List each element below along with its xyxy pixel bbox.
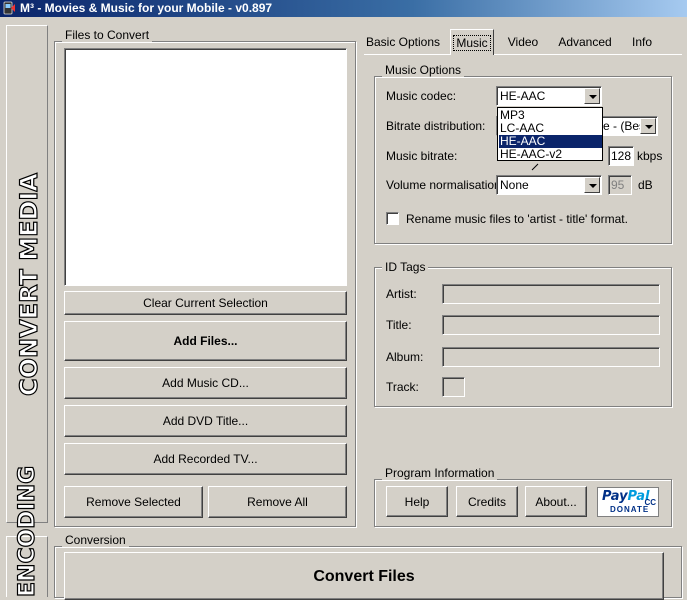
tab-music-label: Music	[453, 34, 491, 51]
rename-files-label: Rename music files to 'artist - title' f…	[406, 212, 628, 226]
donate-label: DONATE	[610, 505, 650, 514]
remove-all-button[interactable]: Remove All	[208, 486, 347, 518]
bitrate-unit-label: kbps	[637, 149, 663, 163]
chevron-down-icon[interactable]	[640, 118, 656, 134]
title-field[interactable]	[442, 315, 660, 335]
tab-video[interactable]: Video	[500, 31, 546, 53]
add-dvd-title-button[interactable]: Add DVD Title...	[64, 405, 347, 437]
music-bitrate-label: Music bitrate:	[386, 149, 458, 163]
artist-field[interactable]	[442, 284, 660, 304]
title-bar: M³ - Movies & Music for your Mobile - v0…	[0, 0, 687, 17]
files-to-convert-label: Files to Convert	[62, 29, 153, 42]
window-title: M³ - Movies & Music for your Mobile - v0…	[20, 1, 273, 15]
add-files-button[interactable]: Add Files...	[64, 321, 347, 361]
rename-files-checkbox[interactable]	[386, 212, 399, 225]
bitrate-distribution-label: Bitrate distribution:	[386, 119, 486, 133]
tab-strip-line	[364, 54, 682, 55]
tab-basic-options[interactable]: Basic Options	[364, 31, 442, 53]
volume-unit-label: dB	[638, 178, 653, 192]
remove-selected-button[interactable]: Remove Selected	[64, 486, 203, 518]
tab-advanced[interactable]: Advanced	[552, 31, 618, 53]
sidebar-second-label: ENCODING	[14, 465, 40, 597]
artist-label: Artist:	[386, 287, 417, 301]
track-field[interactable]	[442, 377, 465, 397]
chevron-down-icon[interactable]	[584, 177, 600, 193]
clear-selection-button[interactable]: Clear Current Selection	[64, 291, 347, 315]
app-icon	[3, 1, 15, 15]
music-bitrate-input[interactable]: 128	[608, 146, 634, 166]
volume-normalisation-label: Volume normalisation:	[386, 178, 505, 192]
title-label: Title:	[386, 318, 412, 332]
volume-normalisation-select[interactable]: None	[496, 175, 602, 195]
convert-files-button[interactable]: Convert Files	[64, 552, 664, 600]
tab-info[interactable]: Info	[624, 31, 660, 53]
music-codec-select[interactable]: HE-AAC	[496, 86, 602, 106]
album-label: Album:	[386, 350, 424, 364]
music-codec-label: Music codec:	[386, 89, 457, 103]
add-music-cd-button[interactable]: Add Music CD...	[64, 367, 347, 399]
track-label: Track:	[386, 380, 419, 394]
tab-music[interactable]: Music	[450, 29, 494, 55]
paypal-donate-button[interactable]: PayPal CC DONATE	[597, 487, 659, 517]
music-codec-value: HE-AAC	[500, 89, 546, 103]
conversion-label: Conversion	[62, 534, 129, 547]
add-recorded-tv-button[interactable]: Add Recorded TV...	[64, 443, 347, 475]
credits-button[interactable]: Credits	[456, 486, 518, 517]
paypal-logo: PayPal	[602, 489, 649, 504]
id-tags-label: ID Tags	[382, 261, 429, 274]
volume-level-input: 95	[608, 175, 632, 195]
help-button[interactable]: Help	[386, 486, 448, 517]
file-list[interactable]	[64, 48, 347, 286]
music-options-label: Music Options	[382, 64, 465, 77]
chevron-down-icon[interactable]	[584, 88, 600, 104]
volume-normalisation-value: None	[500, 178, 529, 192]
about-button[interactable]: About...	[525, 486, 587, 517]
sidebar-convert-media[interactable]: CONVERT MEDIA	[6, 25, 48, 523]
program-information-label: Program Information	[382, 467, 498, 480]
paypal-logo-pay: Pay	[602, 489, 628, 504]
music-bitrate-value: 128	[611, 149, 632, 163]
mouse-cursor-icon	[531, 163, 539, 171]
codec-option-he-aac-v2[interactable]: HE-AAC-v2	[499, 148, 602, 161]
sidebar-label: CONVERT MEDIA	[14, 172, 43, 396]
volume-level-value: 95	[611, 178, 625, 192]
album-field[interactable]	[442, 347, 660, 367]
music-codec-dropdown[interactable]: MP3 LC-AAC HE-AAC HE-AAC-v2	[497, 107, 603, 161]
sidebar-encoding[interactable]: ENCODING	[6, 465, 48, 598]
